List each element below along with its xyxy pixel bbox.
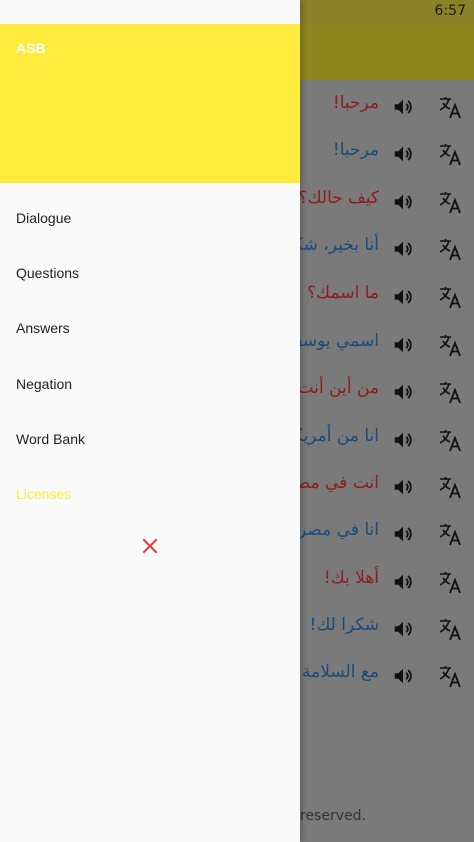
speaker-icon[interactable] — [392, 571, 414, 593]
status-clock: 6:57 — [434, 3, 466, 19]
close-icon[interactable] — [142, 538, 158, 554]
phrase-text: ما اسمك؟ — [307, 283, 379, 303]
translate-icon[interactable] — [438, 569, 462, 595]
speaker-icon[interactable] — [392, 523, 414, 545]
navigation-drawer: ASB Dialogue Questions Answers Negation … — [0, 0, 300, 842]
speaker-icon[interactable] — [392, 334, 414, 356]
phrase-text: كيف حالك؟ — [298, 188, 379, 208]
drawer-item-answers[interactable]: Answers — [16, 320, 70, 336]
phrase-text: شكرا لك! — [309, 615, 379, 635]
translate-icon[interactable] — [438, 236, 462, 262]
speaker-icon[interactable] — [392, 476, 414, 498]
speaker-icon[interactable] — [392, 665, 414, 687]
phrase-text: مرحبا! — [332, 93, 379, 113]
translate-icon[interactable] — [438, 616, 462, 642]
speaker-icon[interactable] — [392, 238, 414, 260]
phrase-text: انا في مصر — [298, 520, 379, 540]
speaker-icon[interactable] — [392, 618, 414, 640]
phrase-text: أهلا بك! — [323, 568, 379, 588]
drawer-item-licenses[interactable]: Licenses — [16, 486, 71, 502]
translate-icon[interactable] — [438, 94, 462, 120]
translate-icon[interactable] — [438, 189, 462, 215]
footer-text: reserved. — [300, 808, 366, 824]
speaker-icon[interactable] — [392, 286, 414, 308]
translate-icon[interactable] — [438, 284, 462, 310]
drawer-item-dialogue[interactable]: Dialogue — [16, 210, 71, 226]
phrase-text: مرحبا! — [332, 140, 379, 160]
phrase-text: مع السلامة! — [295, 662, 379, 682]
phrase-text: من أين أنت؟ — [288, 378, 379, 398]
translate-icon[interactable] — [438, 663, 462, 689]
drawer-header: ASB — [0, 24, 300, 183]
speaker-icon[interactable] — [392, 96, 414, 118]
translate-icon[interactable] — [438, 141, 462, 167]
translate-icon[interactable] — [438, 379, 462, 405]
speaker-icon[interactable] — [392, 143, 414, 165]
translate-icon[interactable] — [438, 427, 462, 453]
phrase-text: انا من أمريكا — [289, 426, 379, 446]
drawer-item-questions[interactable]: Questions — [16, 265, 79, 281]
drawer-title: ASB — [16, 40, 46, 56]
speaker-icon[interactable] — [392, 429, 414, 451]
translate-icon[interactable] — [438, 521, 462, 547]
drawer-item-negation[interactable]: Negation — [16, 376, 72, 392]
speaker-icon[interactable] — [392, 381, 414, 403]
drawer-item-word-bank[interactable]: Word Bank — [16, 431, 85, 447]
translate-icon[interactable] — [438, 332, 462, 358]
translate-icon[interactable] — [438, 474, 462, 500]
speaker-icon[interactable] — [392, 191, 414, 213]
